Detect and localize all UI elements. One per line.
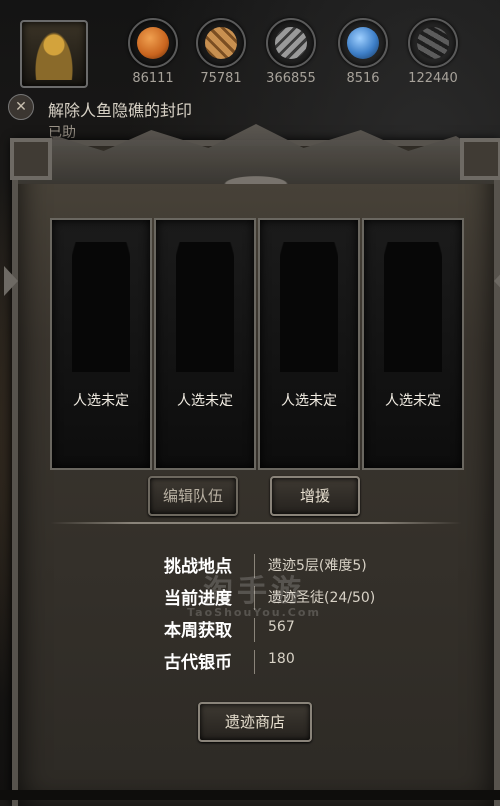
resource-item[interactable]: 75781 xyxy=(186,18,256,86)
section-divider xyxy=(50,522,462,524)
quest-title: 解除人鱼隐礁的封印 xyxy=(48,101,193,120)
blue-crystal-icon xyxy=(338,18,388,68)
watermark: 淘手游 TaoShouYou.Com xyxy=(164,566,344,619)
frame-corner xyxy=(460,138,500,180)
ruins-shop-button[interactable]: 遗迹商店 xyxy=(198,702,312,742)
team-slots: 人选未定 人选未定 人选未定 人选未定 xyxy=(50,218,466,470)
quest-marker-icon: ✕ xyxy=(8,94,34,120)
edit-team-button[interactable]: 编辑队伍 xyxy=(148,476,238,516)
empty-hero-silhouette-icon xyxy=(72,242,130,372)
empty-hero-silhouette-icon xyxy=(176,242,234,372)
info-label: 古代银币 xyxy=(164,653,232,673)
slot-label: 人选未定 xyxy=(281,393,337,409)
frame-corner xyxy=(10,138,52,180)
resource-value: 86111 xyxy=(132,71,174,86)
slot-label: 人选未定 xyxy=(177,393,233,409)
resource-value: 122440 xyxy=(408,71,458,86)
hero-slot[interactable]: 人选未定 xyxy=(362,218,464,470)
resource-item[interactable]: 8516 xyxy=(328,18,398,86)
resource-value: 366855 xyxy=(266,71,316,86)
orange-orb-icon xyxy=(128,18,178,68)
dark-claw-icon xyxy=(408,18,458,68)
info-separator xyxy=(254,650,255,674)
bronze-scroll-icon xyxy=(196,18,246,68)
resource-bar: 86111 75781 366855 8516 122440 xyxy=(118,18,488,90)
info-value: 180 xyxy=(268,651,295,667)
hero-avatar-icon xyxy=(34,30,74,80)
quest-tracker[interactable]: ✕ 解除人鱼隐礁的封印 xyxy=(8,94,308,120)
slot-label: 人选未定 xyxy=(385,393,441,409)
resource-item[interactable]: 366855 xyxy=(256,18,326,86)
info-value: 567 xyxy=(268,619,295,635)
bottom-edge xyxy=(0,790,500,800)
reinforce-button[interactable]: 增援 xyxy=(270,476,360,516)
info-row: 古代银币 180 xyxy=(164,646,464,678)
hero-slot[interactable]: 人选未定 xyxy=(154,218,256,470)
resource-item[interactable]: 86111 xyxy=(118,18,188,86)
watermark-main: 淘手游 xyxy=(203,574,305,609)
empty-hero-silhouette-icon xyxy=(384,242,442,372)
info-label: 本周获取 xyxy=(164,621,232,641)
slot-label: 人选未定 xyxy=(73,393,129,409)
grey-feather-icon xyxy=(266,18,316,68)
resource-value: 75781 xyxy=(200,71,242,86)
info-separator xyxy=(254,618,255,642)
frame-spike xyxy=(494,266,500,296)
hero-slot[interactable]: 人选未定 xyxy=(50,218,152,470)
player-portrait[interactable] xyxy=(20,20,88,88)
resource-value: 8516 xyxy=(346,71,380,86)
empty-hero-silhouette-icon xyxy=(280,242,338,372)
ruins-panel: 人选未定 人选未定 人选未定 人选未定 编辑队伍 增援 挑战地点 遗迹5层(难度… xyxy=(4,124,500,806)
watermark-sub: TaoShouYou.Com xyxy=(187,606,321,619)
hero-slot[interactable]: 人选未定 xyxy=(258,218,360,470)
resource-item[interactable]: 122440 xyxy=(398,18,468,86)
